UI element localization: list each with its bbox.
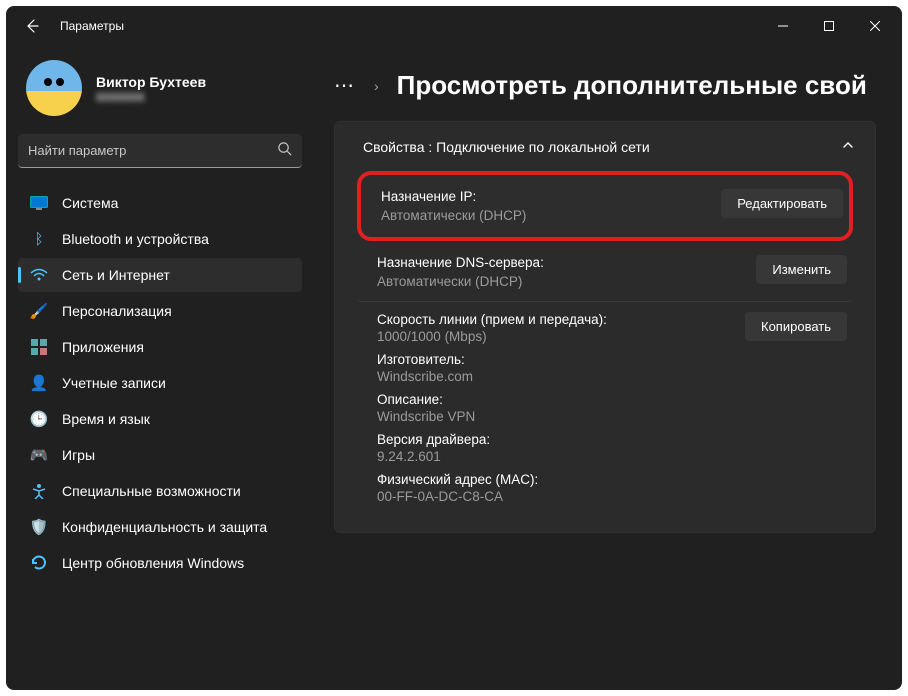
detail-value: Windscribe.com — [377, 369, 607, 384]
sidebar-item-label: Bluetooth и устройства — [62, 231, 209, 247]
sidebar-item-label: Центр обновления Windows — [62, 555, 244, 571]
sidebar-item-privacy[interactable]: 🛡️ Конфиденциальность и защита — [18, 510, 302, 544]
sidebar-item-accounts[interactable]: 👤 Учетные записи — [18, 366, 302, 400]
sidebar-item-time[interactable]: 🕒 Время и язык — [18, 402, 302, 436]
dns-assignment-row: Назначение DNS-сервера: Автоматически (D… — [357, 241, 853, 302]
bluetooth-icon: ᛒ — [30, 230, 48, 248]
time-icon: 🕒 — [30, 410, 48, 428]
apps-icon — [30, 338, 48, 356]
display-icon — [30, 194, 48, 212]
sidebar-item-label: Специальные возможности — [62, 483, 241, 499]
detail-key: Скорость линии (прием и передача): — [377, 312, 607, 327]
edit-ip-button[interactable]: Редактировать — [721, 189, 843, 218]
update-icon — [30, 554, 48, 572]
sidebar-item-label: Время и язык — [62, 411, 150, 427]
ip-assignment-value: Автоматически (DHCP) — [381, 208, 526, 223]
detail-key: Физический адрес (MAC): — [377, 472, 607, 487]
properties-list: Назначение IP: Автоматически (DHCP) Реда… — [335, 171, 875, 532]
sidebar-item-label: Конфиденциальность и защита — [62, 519, 267, 535]
close-button[interactable] — [852, 10, 898, 42]
detail-value: 9.24.2.601 — [377, 449, 607, 464]
panel-title: Свойства : Подключение по локальной сети — [363, 139, 650, 155]
avatar — [26, 60, 82, 116]
detail-value: 00-FF-0A-DC-C8-CA — [377, 489, 607, 504]
copy-button[interactable]: Копировать — [745, 312, 847, 341]
window-controls — [760, 10, 898, 42]
sidebar-item-label: Учетные записи — [62, 375, 166, 391]
sidebar-item-label: Игры — [62, 447, 95, 463]
profile[interactable]: Виктор Бухтеев ▮▮▮▮▮▮▮▮ — [18, 46, 302, 134]
sidebar-item-apps[interactable]: Приложения — [18, 330, 302, 364]
sidebar-item-accessibility[interactable]: Специальные возможности — [18, 474, 302, 508]
minimize-button[interactable] — [760, 10, 806, 42]
profile-name: Виктор Бухтеев — [96, 74, 206, 90]
sidebar-item-personalization[interactable]: 🖌️ Персонализация — [18, 294, 302, 328]
details-row: Скорость линии (прием и передача): 1000/… — [357, 302, 853, 516]
detail-key: Изготовитель: — [377, 352, 607, 367]
brush-icon: 🖌️ — [30, 302, 48, 320]
main-content: ⋯ › Просмотреть дополнительные свой Свой… — [314, 46, 902, 690]
sidebar-item-label: Персонализация — [62, 303, 172, 319]
privacy-icon: 🛡️ — [30, 518, 48, 536]
titlebar-left: Параметры — [22, 16, 124, 36]
breadcrumb-ellipsis[interactable]: ⋯ — [334, 73, 356, 98]
profile-email: ▮▮▮▮▮▮▮▮ — [96, 90, 206, 103]
search-input[interactable] — [28, 143, 277, 158]
sidebar-item-label: Приложения — [62, 339, 144, 355]
sidebar-item-system[interactable]: Система — [18, 186, 302, 220]
account-icon: 👤 — [30, 374, 48, 392]
sidebar-item-gaming[interactable]: 🎮 Игры — [18, 438, 302, 472]
nav: Система ᛒ Bluetooth и устройства Сеть и И… — [18, 186, 302, 580]
wifi-icon — [30, 266, 48, 284]
sidebar-item-network[interactable]: Сеть и Интернет — [18, 258, 302, 292]
settings-window: Параметры Виктор Бухтеев ▮▮▮▮▮▮▮▮ Систем… — [6, 6, 902, 690]
sidebar-item-update[interactable]: Центр обновления Windows — [18, 546, 302, 580]
games-icon: 🎮 — [30, 446, 48, 464]
page-title: Просмотреть дополнительные свой — [397, 70, 867, 101]
chevron-right-icon: › — [374, 78, 379, 94]
detail-value: 1000/1000 (Mbps) — [377, 329, 607, 344]
detail-key: Описание: — [377, 392, 607, 407]
dns-assignment-label: Назначение DNS-сервера: — [377, 255, 544, 270]
sidebar-item-label: Система — [62, 195, 118, 211]
search-box[interactable] — [18, 134, 302, 168]
breadcrumb: ⋯ › Просмотреть дополнительные свой — [334, 46, 902, 121]
edit-dns-button[interactable]: Изменить — [756, 255, 847, 284]
dns-assignment-value: Автоматически (DHCP) — [377, 274, 544, 289]
chevron-up-icon — [841, 138, 855, 155]
detail-value: Windscribe VPN — [377, 409, 607, 424]
ip-assignment-row: Назначение IP: Автоматически (DHCP) Реда… — [357, 171, 853, 241]
maximize-button[interactable] — [806, 10, 852, 42]
accessibility-icon — [30, 482, 48, 500]
window-title: Параметры — [60, 19, 124, 33]
sidebar-item-bluetooth[interactable]: ᛒ Bluetooth и устройства — [18, 222, 302, 256]
properties-panel: Свойства : Подключение по локальной сети… — [334, 121, 876, 533]
search-icon — [277, 141, 292, 161]
back-button[interactable] — [22, 16, 42, 36]
ip-assignment-label: Назначение IP: — [381, 189, 526, 204]
panel-header[interactable]: Свойства : Подключение по локальной сети — [335, 122, 875, 171]
titlebar: Параметры — [6, 6, 902, 46]
detail-key: Версия драйвера: — [377, 432, 607, 447]
sidebar: Виктор Бухтеев ▮▮▮▮▮▮▮▮ Система ᛒ Bluetoo… — [6, 46, 314, 690]
sidebar-item-label: Сеть и Интернет — [62, 267, 170, 283]
